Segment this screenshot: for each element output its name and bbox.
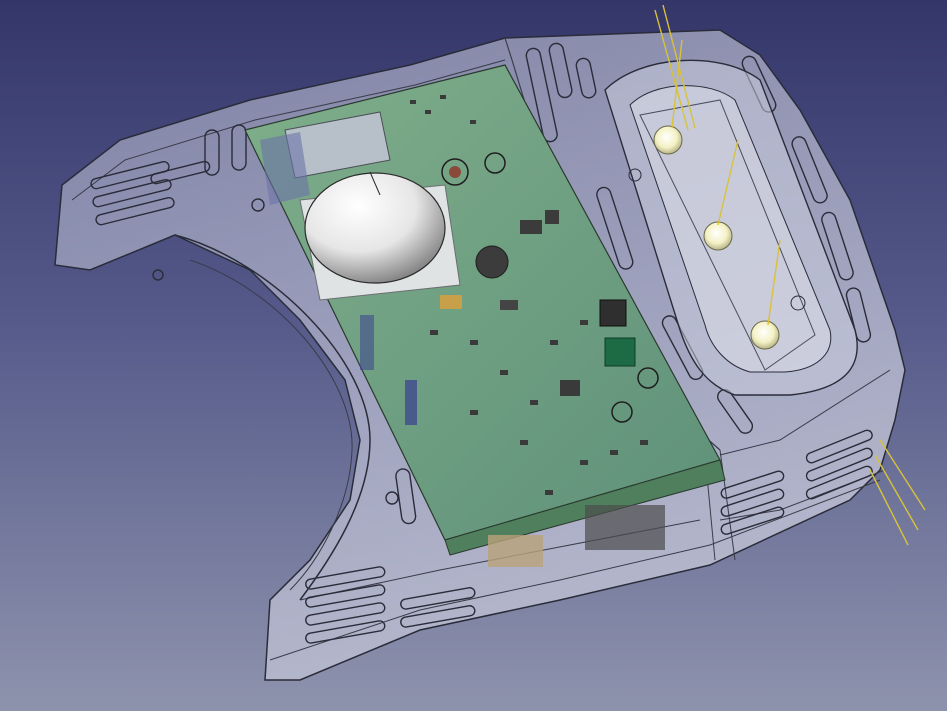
3d-viewport[interactable] [0,0,947,711]
cad-scene[interactable] [0,0,947,711]
led-2 [703,221,733,251]
led-1 [653,125,683,155]
led-3 [750,320,780,350]
dome-sensor[interactable] [304,171,446,284]
